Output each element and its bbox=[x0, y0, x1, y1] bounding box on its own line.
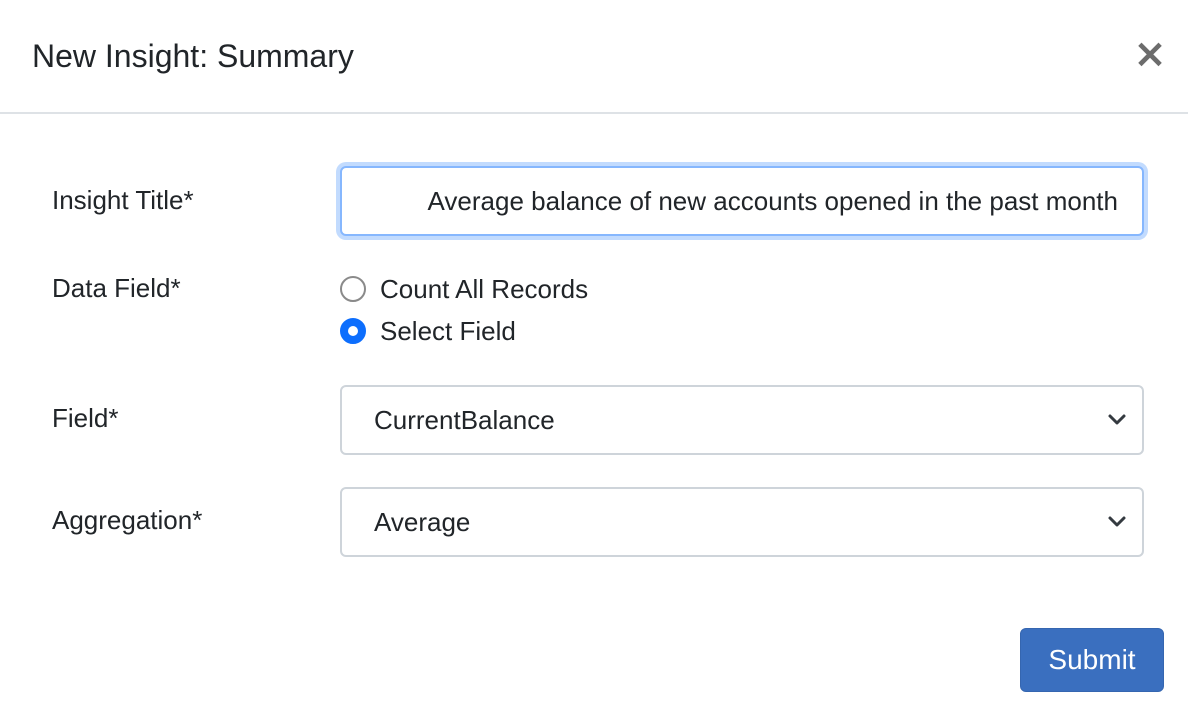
close-icon: × bbox=[1133, 31, 1167, 77]
field-select[interactable]: CurrentBalance bbox=[340, 385, 1144, 455]
modal-title: New Insight: Summary bbox=[32, 38, 354, 74]
chevron-down-icon bbox=[1108, 414, 1126, 425]
submit-button[interactable]: Submit bbox=[1020, 628, 1164, 692]
field-select-value: CurrentBalance bbox=[374, 405, 555, 435]
radio-count-all-records[interactable]: Count All Records bbox=[340, 272, 588, 306]
aggregation-label: Aggregation* bbox=[52, 505, 203, 535]
radio-button[interactable] bbox=[340, 318, 366, 344]
radio-select-field[interactable]: Select Field bbox=[340, 314, 516, 348]
aggregation-select-value: Average bbox=[374, 507, 471, 537]
new-insight-modal: New Insight: Summary × Insight Title* Da… bbox=[0, 0, 1188, 720]
radio-label: Select Field bbox=[380, 316, 516, 346]
aggregation-select[interactable]: Average bbox=[340, 487, 1144, 557]
insight-title-input[interactable] bbox=[342, 168, 1118, 234]
field-label: Field* bbox=[52, 403, 119, 433]
data-field-label: Data Field* bbox=[52, 273, 181, 303]
insight-title-field[interactable] bbox=[340, 166, 1144, 236]
close-button[interactable]: × bbox=[1132, 34, 1168, 74]
modal-header: New Insight: Summary × bbox=[0, 0, 1188, 114]
chevron-down-icon bbox=[1108, 516, 1126, 527]
insight-title-label: Insight Title* bbox=[52, 185, 194, 215]
radio-label: Count All Records bbox=[380, 274, 589, 304]
radio-button[interactable] bbox=[340, 276, 366, 302]
